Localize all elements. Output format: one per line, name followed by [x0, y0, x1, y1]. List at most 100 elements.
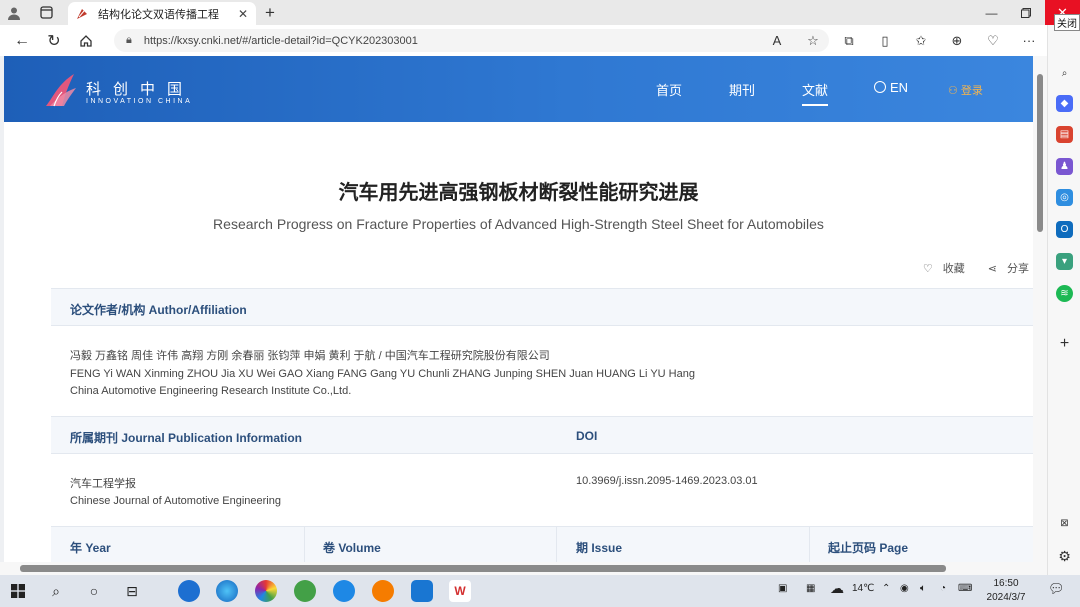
tools-icon[interactable]: ▤	[1056, 126, 1073, 143]
search-icon[interactable]: ⌕	[1056, 65, 1073, 82]
lock-icon[interactable]: 🔒︎	[126, 34, 132, 47]
orange-app-icon[interactable]	[372, 580, 394, 602]
meta-section-header: 年 Year 卷 Volume 期 Issue 起止页码 Page	[51, 526, 1034, 565]
vertical-scroll-thumb[interactable]	[1037, 74, 1043, 232]
close-tooltip: 关闭	[1054, 14, 1080, 31]
nav-home[interactable]: 首页	[656, 80, 682, 99]
browser-tab-active[interactable]: 结构化论文双语传播工程 ✕	[68, 2, 256, 25]
keyboard-icon[interactable]: ⌨	[958, 583, 972, 594]
color-app-icon[interactable]	[255, 580, 277, 602]
new-tab-button[interactable]: +	[260, 3, 280, 23]
edge-sidebar: ⌕ ◆ ▤ ♟ ◎ O ▾ ≋ + ⊠ ⚙	[1047, 25, 1080, 575]
task-view-icon[interactable]: ⊟	[120, 579, 144, 603]
tab-close-icon[interactable]: ✕	[238, 7, 248, 21]
kechuang-logo-icon[interactable]	[44, 72, 78, 108]
favorite-star-icon[interactable]: ☆	[795, 33, 831, 49]
internet-explorer-icon[interactable]	[333, 580, 355, 602]
issue-heading: 期 Issue	[576, 541, 623, 555]
column-divider	[809, 527, 810, 565]
network-icon[interactable]: ◔	[940, 583, 946, 594]
windows-taskbar: ⌕ ○ ⊟ W ▣ ▦ ☁ 14℃ ⌃ ◉ 🔈︎ ◔ ⌨ 16:50 2024/…	[0, 575, 1080, 607]
feishu-app-icon[interactable]	[411, 580, 433, 602]
share-button[interactable]: ⋖ 分享	[978, 263, 1029, 275]
address-bar[interactable]: 🔒︎ https://kxsy.cnki.net/#/article-detai…	[114, 29, 829, 52]
browser-toolbar: ← ↻ 🔒︎ https://kxsy.cnki.net/#/article-d…	[0, 25, 1047, 56]
journal-name-en: Chinese Journal of Automotive Engineerin…	[70, 495, 281, 507]
sogou-app-icon[interactable]	[178, 580, 200, 602]
split-screen-icon[interactable]: ▯	[867, 33, 903, 49]
share-icon: ⋖	[987, 263, 997, 275]
green-app-icon[interactable]	[294, 580, 316, 602]
affiliation-en: China Automotive Engineering Research In…	[70, 385, 352, 397]
outlook-icon[interactable]: O	[1056, 221, 1073, 238]
wps-app-icon[interactable]: W	[449, 580, 471, 602]
profile-icon[interactable]	[0, 0, 28, 25]
back-icon[interactable]: ←	[6, 27, 38, 55]
site-favicon-icon	[76, 8, 88, 20]
collections-icon[interactable]: ⊕	[939, 33, 975, 49]
page: 科创中国 INNOVATION CHINA 首页 期刊 文献 EN ⚇ 登录 汽…	[4, 56, 1034, 575]
home-icon[interactable]	[70, 27, 102, 55]
article-actions: ♡ 收藏 ⋖ 分享	[903, 260, 1029, 276]
journal-name-cn: 汽车工程学报	[70, 478, 136, 490]
browser-essentials-icon[interactable]: ♡	[975, 33, 1011, 49]
weather-cloud-icon[interactable]: ☁	[830, 580, 844, 597]
show-hidden-icons[interactable]: ⌃	[882, 583, 890, 594]
toolbar-actions: A ☆ ⧉ ▯ ✩ ⊕ ♡ ···	[759, 25, 1047, 56]
tab-actions-icon[interactable]	[32, 0, 60, 25]
games-icon[interactable]: ♟	[1056, 158, 1073, 175]
tab-title: 结构化论文双语传播工程	[98, 8, 219, 21]
doi-heading: DOI	[576, 429, 598, 443]
maximize-button[interactable]	[1008, 0, 1043, 25]
m365-icon[interactable]: ◎	[1056, 189, 1073, 206]
vertical-scrollbar[interactable]	[1033, 56, 1047, 575]
logo-chinese-text[interactable]: 科创中国	[86, 78, 194, 99]
drop-icon[interactable]: ▾	[1056, 253, 1073, 270]
refresh-icon[interactable]: ↻	[38, 27, 70, 55]
clock-date: 2024/3/7	[986, 592, 1026, 603]
tray-app-icon[interactable]: ▣	[778, 583, 787, 594]
minimize-button[interactable]: —	[974, 0, 1009, 25]
heart-icon: ♡	[922, 263, 933, 275]
spotify-icon[interactable]: ≋	[1056, 285, 1073, 302]
nav-journals[interactable]: 期刊	[729, 80, 755, 99]
temperature[interactable]: 14℃	[852, 583, 874, 594]
logo-english-text[interactable]: INNOVATION CHINA	[86, 98, 192, 105]
volume-icon[interactable]: 🔈︎	[920, 583, 926, 594]
extensions-icon[interactable]: ⧉	[831, 33, 867, 49]
login-link[interactable]: ⚇ 登录	[948, 82, 983, 98]
url-text[interactable]: https://kxsy.cnki.net/#/article-detail?i…	[144, 35, 418, 47]
volume-heading: 卷 Volume	[323, 541, 381, 555]
horizontal-scroll-thumb[interactable]	[20, 565, 946, 572]
sidebar-settings-icon[interactable]: ⚙	[1056, 548, 1073, 565]
doi-value[interactable]: 10.3969/j.issn.2095-1469.2023.03.01	[576, 475, 758, 487]
authors-cn: 冯毅 万鑫铭 周佳 许伟 高翔 方刚 余春丽 张钧萍 申娟 黄利 于航 / 中国…	[70, 350, 550, 362]
horizontal-scrollbar[interactable]	[0, 562, 1047, 575]
user-icon: ⚇	[948, 85, 961, 97]
settings-more-icon[interactable]: ···	[1011, 33, 1047, 48]
notification-icon[interactable]: 💬︎	[1048, 581, 1065, 597]
globe-icon	[874, 81, 886, 93]
favorites-icon[interactable]: ✩	[903, 33, 939, 49]
hide-sidebar-icon[interactable]: ⊠	[1056, 515, 1073, 532]
journal-heading: 所属期刊 Journal Publication Information	[70, 431, 303, 445]
column-divider	[304, 527, 305, 565]
authors-en: FENG Yi WAN Xinming ZHOU Jia XU Wei GAO …	[70, 368, 695, 380]
system-clock[interactable]: 16:50 2024/3/7	[978, 577, 1034, 605]
search-taskbar-icon[interactable]: ⌕	[44, 579, 68, 603]
cortana-icon[interactable]: ○	[82, 579, 106, 603]
hp-icon[interactable]: ◉	[900, 583, 909, 594]
article-title-en: Research Progress on Fracture Properties…	[213, 216, 824, 232]
read-aloud-icon[interactable]: A	[759, 33, 795, 48]
windows-start-icon[interactable]	[6, 579, 30, 603]
add-sidebar-app-icon[interactable]: +	[1056, 335, 1073, 352]
favorite-button[interactable]: ♡ 收藏	[913, 263, 965, 275]
edge-app-icon[interactable]	[216, 580, 238, 602]
login-label: 登录	[960, 85, 983, 97]
nav-literature[interactable]: 文献	[802, 80, 829, 106]
nav-language-switch[interactable]: EN	[874, 80, 908, 95]
clock-time: 16:50	[993, 578, 1019, 589]
authors-heading: 论文作者/机构 Author/Affiliation	[70, 303, 247, 317]
tray-app-icon[interactable]: ▦	[806, 583, 815, 594]
shopping-tag-icon[interactable]: ◆	[1056, 95, 1073, 112]
